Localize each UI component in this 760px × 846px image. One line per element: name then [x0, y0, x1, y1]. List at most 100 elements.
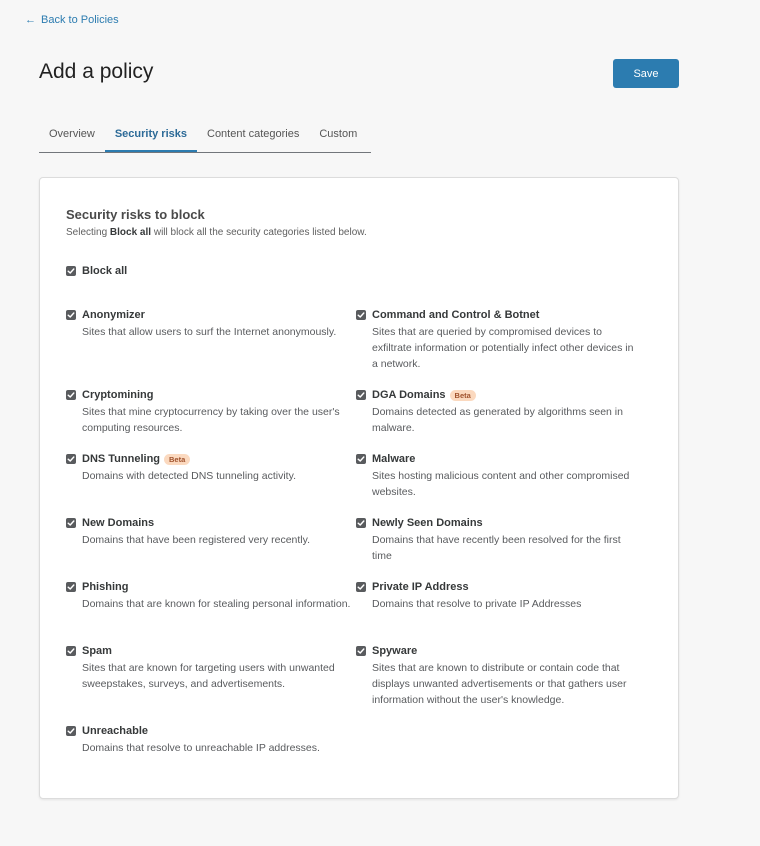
category-description: Domains with detected DNS tunneling acti… [82, 470, 296, 482]
block-all-label: Block all [82, 265, 128, 277]
tab-security-risks[interactable]: Security risks [104, 118, 197, 152]
category-checkbox[interactable] [356, 518, 366, 528]
category-checkbox[interactable] [356, 310, 366, 320]
checkmark-icon [67, 268, 75, 274]
save-button[interactable]: Save [613, 59, 679, 88]
category-name: Spyware [372, 644, 641, 658]
category-name-label: Anonymizer [82, 309, 145, 321]
category-name-label: Spyware [372, 645, 418, 657]
category-text: New Domains Domains that have been regist… [82, 516, 310, 548]
category-checkbox[interactable] [66, 454, 76, 464]
checkmark-icon [357, 312, 365, 318]
category-unreachable[interactable]: Unreachable Domains that resolve to unrea… [66, 724, 351, 756]
category-description: Domains that resolve to private IP Addre… [372, 598, 582, 610]
category-name: Unreachable [82, 724, 320, 738]
category-name: DNS Tunneling Beta [82, 452, 296, 466]
category-checkbox[interactable] [356, 646, 366, 656]
category-checkbox[interactable] [356, 454, 366, 464]
security-risks-card: Security risks to block Selecting Block … [39, 177, 679, 799]
category-cryptomining[interactable]: Cryptomining Sites that mine cryptocurren… [66, 388, 351, 436]
category-name-label: Spam [82, 645, 112, 657]
back-link-label: Back to Policies [41, 14, 119, 26]
checkmark-icon [357, 584, 365, 590]
category-name: Newly Seen Domains [372, 516, 641, 530]
category-description: Sites hosting malicious content and othe… [372, 470, 630, 498]
card-subtitle: Selecting Block all will block all the s… [66, 227, 367, 238]
category-newly-seen-domains[interactable]: Newly Seen Domains Domains that have rece… [356, 516, 641, 564]
checkmark-icon [357, 392, 365, 398]
beta-badge: Beta [449, 389, 476, 401]
category-spam[interactable]: Spam Sites that are known for targeting u… [66, 644, 351, 692]
category-command-and-control-botnet[interactable]: Command and Control & Botnet Sites that a… [356, 308, 641, 372]
card-title: Security risks to block [66, 207, 205, 222]
category-checkbox[interactable] [356, 390, 366, 400]
category-new-domains[interactable]: New Domains Domains that have been regist… [66, 516, 351, 548]
category-description: Domains detected as generated by algorit… [372, 406, 623, 434]
category-dga-domains[interactable]: DGA Domains Beta Domains detected as gener… [356, 388, 641, 436]
category-checkbox[interactable] [66, 582, 76, 592]
checkmark-icon [67, 728, 75, 734]
category-name-label: Command and Control & Botnet [372, 309, 540, 321]
checkmark-icon [357, 456, 365, 462]
category-text: Spam Sites that are known for targeting u… [82, 644, 351, 692]
tab-overview[interactable]: Overview [39, 118, 105, 152]
category-name: Anonymizer [82, 308, 336, 322]
category-checkbox[interactable] [66, 726, 76, 736]
checkmark-icon [67, 584, 75, 590]
category-malware[interactable]: Malware Sites hosting malicious content a… [356, 452, 641, 500]
category-checkbox[interactable] [66, 646, 76, 656]
subtitle-text-end: will block all the security categories l… [151, 227, 367, 238]
category-name-label: Cryptomining [82, 389, 154, 401]
checkmark-icon [357, 648, 365, 654]
category-text: Command and Control & Botnet Sites that a… [372, 308, 641, 372]
arrow-left-icon: ← [25, 14, 36, 26]
category-text: Unreachable Domains that resolve to unrea… [82, 724, 320, 756]
category-description: Sites that are known for targeting users… [82, 662, 335, 690]
category-name-label: Phishing [82, 581, 129, 593]
category-text: Cryptomining Sites that mine cryptocurren… [82, 388, 351, 436]
page-title: Add a policy [39, 60, 154, 83]
category-name: Private IP Address [372, 580, 581, 594]
category-name-label: DNS Tunneling [82, 453, 161, 465]
category-description: Sites that are known to distribute or co… [372, 662, 627, 706]
category-anonymizer[interactable]: Anonymizer Sites that allow users to surf… [66, 308, 351, 340]
subtitle-text: Selecting [66, 227, 110, 238]
tab-custom[interactable]: Custom [309, 118, 367, 152]
category-text: Spyware Sites that are known to distribut… [372, 644, 641, 708]
category-name: Spam [82, 644, 351, 658]
category-name: New Domains [82, 516, 310, 530]
category-checkbox[interactable] [66, 310, 76, 320]
category-description: Sites that mine cryptocurrency by taking… [82, 406, 340, 434]
category-text: DNS Tunneling Beta Domains with detected D… [82, 452, 296, 484]
category-checkbox[interactable] [66, 518, 76, 528]
category-description: Domains that are known for stealing pers… [82, 598, 351, 610]
beta-badge: Beta [164, 453, 191, 465]
subtitle-bold: Block all [109, 227, 152, 238]
category-name: Phishing [82, 580, 350, 594]
category-checkbox[interactable] [66, 390, 76, 400]
category-spyware[interactable]: Spyware Sites that are known to distribut… [356, 644, 641, 708]
category-name-label: Malware [372, 453, 416, 465]
category-text: Anonymizer Sites that allow users to surf… [82, 308, 336, 340]
tab-content-categories[interactable]: Content categories [197, 118, 309, 152]
block-all-option[interactable]: Block all [66, 265, 127, 277]
category-name: Cryptomining [82, 388, 351, 402]
block-all-checkbox[interactable] [66, 266, 76, 276]
category-text: Malware Sites hosting malicious content a… [372, 452, 641, 500]
category-checkbox[interactable] [356, 582, 366, 592]
category-name: DGA Domains Beta [372, 388, 641, 402]
category-private-ip-address[interactable]: Private IP Address Domains that resolve t… [356, 580, 641, 612]
checkmark-icon [67, 520, 75, 526]
category-dns-tunneling[interactable]: DNS Tunneling Beta Domains with detected D… [66, 452, 351, 484]
category-text: Newly Seen Domains Domains that have rece… [372, 516, 641, 564]
category-name: Malware [372, 452, 641, 466]
category-description: Sites that are queried by compromised de… [372, 326, 634, 370]
category-name-label: New Domains [82, 517, 155, 529]
category-description: Sites that allow users to surf the Inter… [82, 326, 337, 338]
category-phishing[interactable]: Phishing Domains that are known for steal… [66, 580, 351, 612]
tab-bar: Overview Security risks Content categori… [39, 118, 371, 153]
checkmark-icon [67, 456, 75, 462]
checkmark-icon [357, 520, 365, 526]
category-name-label: DGA Domains [372, 389, 446, 401]
back-to-policies-link[interactable]: ← Back to Policies [25, 14, 119, 26]
